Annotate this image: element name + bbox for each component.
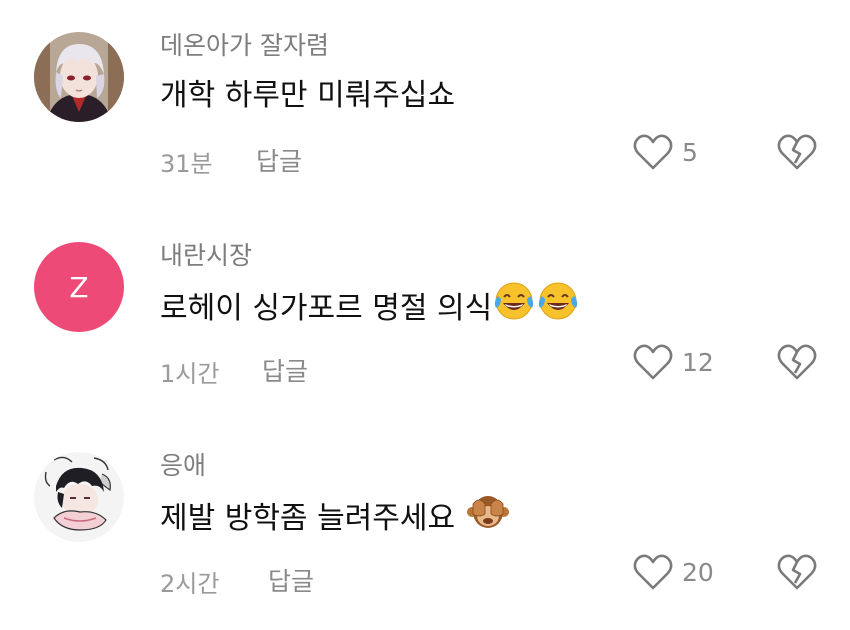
anime-avatar-sketch-icon: [34, 452, 124, 542]
heart-outline-icon: [633, 554, 673, 590]
timestamp: 1시간: [160, 360, 220, 388]
comment-item: 데온아가 잘자렴 개학 하루만 미뤄주십쇼 31분 답글 5: [0, 0, 850, 210]
comment-text: 개학 하루만 미뤄주십쇼: [160, 70, 455, 114]
heart-outline-icon: [633, 134, 673, 170]
comment-text-content: 로헤이 싱가포르 명절 의식: [160, 291, 493, 326]
face-with-tears-of-joy-icon: [492, 280, 580, 330]
dislike-button[interactable]: [776, 552, 818, 596]
avatar[interactable]: [34, 452, 124, 542]
broken-heart-icon: [777, 134, 817, 170]
like-count: 12: [682, 347, 714, 377]
timestamp: 2시간: [160, 570, 220, 598]
heart-outline-icon: [633, 344, 673, 380]
avatar[interactable]: [34, 32, 124, 122]
comment-text: 제발 방학좀 늘려주세요: [160, 490, 510, 540]
comment-item: 응애 제발 방학좀 늘려주세요 2시간 답글 20: [0, 420, 850, 630]
like-button[interactable]: 12: [632, 342, 714, 382]
comment-text-content: 제발 방학좀 늘려주세요: [160, 501, 456, 536]
username[interactable]: 데온아가 잘자렴: [160, 26, 329, 62]
username[interactable]: 내란시장: [160, 236, 252, 272]
reply-button[interactable]: 답글: [256, 142, 302, 178]
dislike-button[interactable]: [776, 132, 818, 176]
like-count: 20: [682, 557, 714, 587]
dislike-button[interactable]: [776, 342, 818, 386]
username[interactable]: 응애: [160, 446, 206, 482]
comment-text-content: 개학 하루만 미뤄주십쇼: [160, 78, 456, 113]
comment-text: 로헤이 싱가포르 명절 의식: [160, 280, 580, 330]
like-button[interactable]: 5: [632, 132, 698, 172]
like-count: 5: [682, 137, 698, 167]
anime-avatar-white-hair-icon: [34, 32, 124, 122]
comment-item: Z 내란시장 로헤이 싱가포르 명절 의식 1시간 답글 12: [0, 210, 850, 420]
broken-heart-icon: [777, 344, 817, 380]
reply-button[interactable]: 답글: [262, 352, 308, 388]
avatar-letter: Z: [69, 270, 89, 304]
broken-heart-icon: [777, 554, 817, 590]
see-no-evil-monkey-icon: [467, 490, 510, 540]
timestamp: 31분: [160, 150, 213, 178]
like-button[interactable]: 20: [632, 552, 714, 592]
reply-button[interactable]: 답글: [268, 562, 314, 598]
avatar[interactable]: Z: [34, 242, 124, 332]
